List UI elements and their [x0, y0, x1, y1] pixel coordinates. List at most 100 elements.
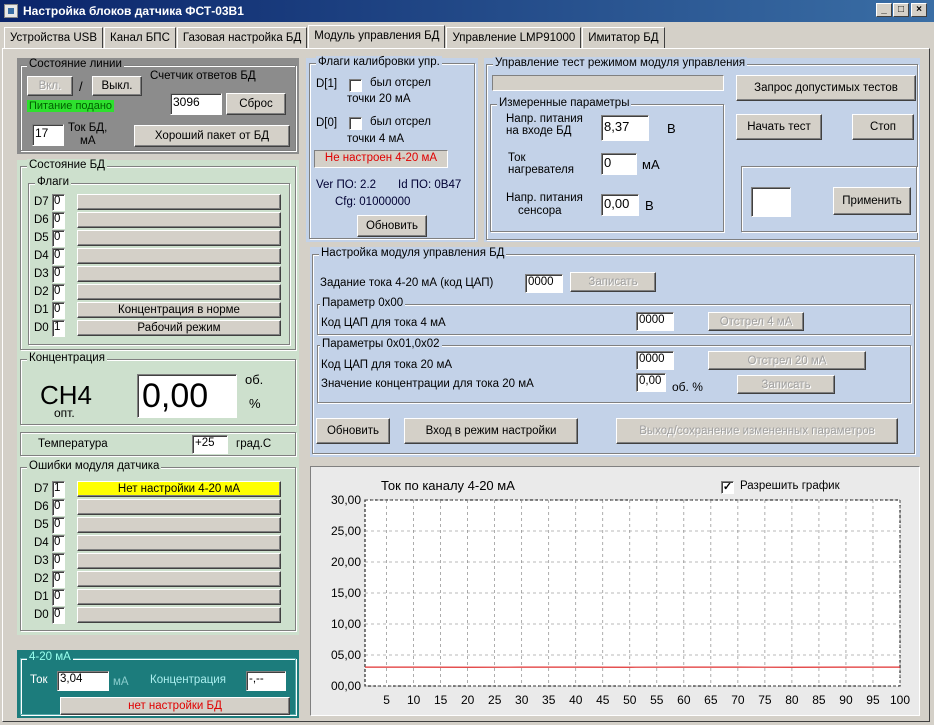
- testmode-status-bar: [492, 75, 724, 91]
- bd-current-unit: мА: [80, 135, 96, 147]
- error-flag-label-d0: D0: [34, 609, 49, 621]
- flag-text-d3: [77, 266, 281, 282]
- concentration-unit-top: об.: [245, 372, 264, 387]
- counter-label: Счетчик ответов БД: [150, 70, 256, 82]
- v-in-label2: на входе БД: [506, 125, 572, 137]
- ma-current-field: 3,04: [57, 671, 109, 691]
- tab-simulator[interactable]: Имитатор БД: [582, 27, 665, 49]
- request-tests-button[interactable]: Запрос допустимых тестов: [736, 75, 916, 101]
- temperature-field: +25: [192, 435, 228, 454]
- param2-field[interactable]: 0,00: [636, 373, 666, 392]
- chart-xtick-label: 55: [650, 693, 664, 707]
- good-packet-button[interactable]: Хороший пакет от БД: [134, 125, 290, 147]
- enter-setup-button[interactable]: Вход в режим настройки: [404, 418, 578, 444]
- chart-xtick-label: 15: [434, 693, 448, 707]
- error-flag-label-d2: D2: [34, 573, 49, 585]
- shot-4ma-button[interactable]: Отстрел 4 мА: [708, 312, 804, 331]
- apply-button[interactable]: Применить: [833, 187, 911, 215]
- tab-usb-devices[interactable]: Устройства USB: [4, 27, 104, 49]
- calib-d0-text2: точки 4 мА: [347, 133, 405, 145]
- tab-control-module[interactable]: Модуль управления БД: [308, 25, 446, 49]
- calib-id: Id ПО: 0B47: [398, 179, 462, 191]
- flag-value-d6: 0: [52, 212, 65, 229]
- param0-label: Код ЦАП для тока 4 мА: [321, 317, 446, 329]
- slash-label: /: [79, 79, 83, 94]
- flag-text-d7: [77, 194, 281, 210]
- heater-label2: нагревателя: [508, 164, 574, 176]
- reset-button[interactable]: Сброс: [226, 93, 286, 115]
- shot-20ma-button[interactable]: Отстрел 20 мА: [708, 351, 866, 370]
- error-flag-label-d7: D7: [34, 483, 49, 495]
- param0-title: Параметр 0x00: [320, 297, 406, 309]
- calib-d1-checkbox[interactable]: [349, 79, 362, 92]
- ma-title: 4-20 мА: [27, 651, 73, 663]
- chart-xtick-label: 10: [407, 693, 421, 707]
- dac-field[interactable]: 0000: [525, 274, 563, 293]
- app-icon: [4, 4, 18, 18]
- stop-button[interactable]: Стоп: [852, 114, 914, 140]
- calib-ver: Ver ПО: 2.2: [316, 179, 377, 191]
- error-flag-text-d1: [77, 589, 281, 605]
- error-flag-value-d5: 0: [52, 517, 65, 534]
- param2-write-button[interactable]: Записать: [737, 375, 835, 394]
- chart-xtick-label: 20: [461, 693, 475, 707]
- flag-value-d4: 0: [52, 248, 65, 265]
- tab-gas-setup[interactable]: Газовая настройка БД: [176, 27, 308, 49]
- flag-value-d5: 0: [52, 230, 65, 247]
- param12-title: Параметры 0x01,0x02: [320, 338, 442, 350]
- tab-bps-channel[interactable]: Канал БПС: [104, 27, 176, 49]
- error-flag-text-d7: Нет настройки 4-20 мА: [77, 481, 281, 497]
- testmode-title: Управление тест режимом модуля управлени…: [493, 57, 748, 69]
- window-titlebar: Настройка блоков датчика ФСТ-03В1 _ □ ×: [0, 0, 934, 22]
- flag-label-d3: D3: [34, 268, 49, 280]
- off-button[interactable]: Выкл.: [92, 76, 142, 96]
- calib-status: Не настроен 4-20 мА: [314, 150, 448, 168]
- dac-write-button[interactable]: Записать: [570, 272, 656, 292]
- error-flag-label-d3: D3: [34, 555, 49, 567]
- calib-refresh-button[interactable]: Обновить: [357, 215, 427, 237]
- flags-title: Флаги: [35, 176, 72, 188]
- calib-d1-text1: был отсрел: [370, 77, 431, 89]
- tab-lmp91000[interactable]: Управление LMP91000: [446, 27, 582, 49]
- chart-xtick-label: 5: [383, 693, 390, 707]
- chart-ytick-label: 25,00: [331, 524, 361, 538]
- bd-current-label: Ток БД,: [68, 122, 108, 134]
- chart-xtick-label: 90: [839, 693, 853, 707]
- bd-current-field[interactable]: 17: [32, 124, 64, 146]
- calib-title: Флаги калибровки упр.: [316, 56, 442, 68]
- setup-title: Настройка модуля управления БД: [319, 247, 507, 259]
- exit-save-button[interactable]: Выход/сохранение измененных параметров: [616, 418, 898, 444]
- close-icon[interactable]: ×: [911, 3, 927, 17]
- gas-subtitle: опт.: [54, 406, 75, 420]
- chart-xtick-label: 60: [677, 693, 691, 707]
- chart-xtick-label: 30: [515, 693, 529, 707]
- chart-xtick-label: 25: [488, 693, 502, 707]
- chart-xtick-label: 75: [758, 693, 772, 707]
- measured-title: Измеренные параметры: [497, 97, 632, 109]
- chart-xtick-label: 40: [569, 693, 583, 707]
- flag-label-d7: D7: [34, 196, 49, 208]
- minimize-icon[interactable]: _: [876, 3, 892, 17]
- concentration-unit-bottom: %: [249, 396, 261, 411]
- chart-xtick-label: 35: [542, 693, 556, 707]
- apply-field[interactable]: [751, 187, 791, 217]
- maximize-icon[interactable]: □: [893, 3, 909, 17]
- flag-text-d1: Концентрация в норме: [77, 302, 281, 318]
- errors-title: Ошибки модуля датчика: [27, 460, 162, 472]
- error-flag-label-d6: D6: [34, 501, 49, 513]
- power-status: Питание подано: [27, 100, 115, 112]
- param0-field[interactable]: 0000: [636, 312, 674, 331]
- setup-refresh-button[interactable]: Обновить: [316, 418, 390, 444]
- error-flag-text-d0: [77, 607, 281, 623]
- chart-xtick-label: 65: [704, 693, 718, 707]
- calib-d0-checkbox[interactable]: [349, 117, 362, 130]
- current-chart: 00,00 05,00 10,00 15,00 20,00 25,00 30,00 5 10 15…: [331, 493, 910, 707]
- param1-field[interactable]: 0000: [636, 351, 674, 370]
- counter-field[interactable]: 3096: [170, 93, 222, 115]
- flag-value-d0: 1: [52, 320, 65, 337]
- heater-field: 0: [601, 153, 637, 175]
- on-button[interactable]: Вкл.: [27, 76, 73, 96]
- error-flag-text-d2: [77, 571, 281, 587]
- temperature-unit: град.С: [236, 438, 272, 450]
- start-test-button[interactable]: Начать тест: [736, 114, 822, 140]
